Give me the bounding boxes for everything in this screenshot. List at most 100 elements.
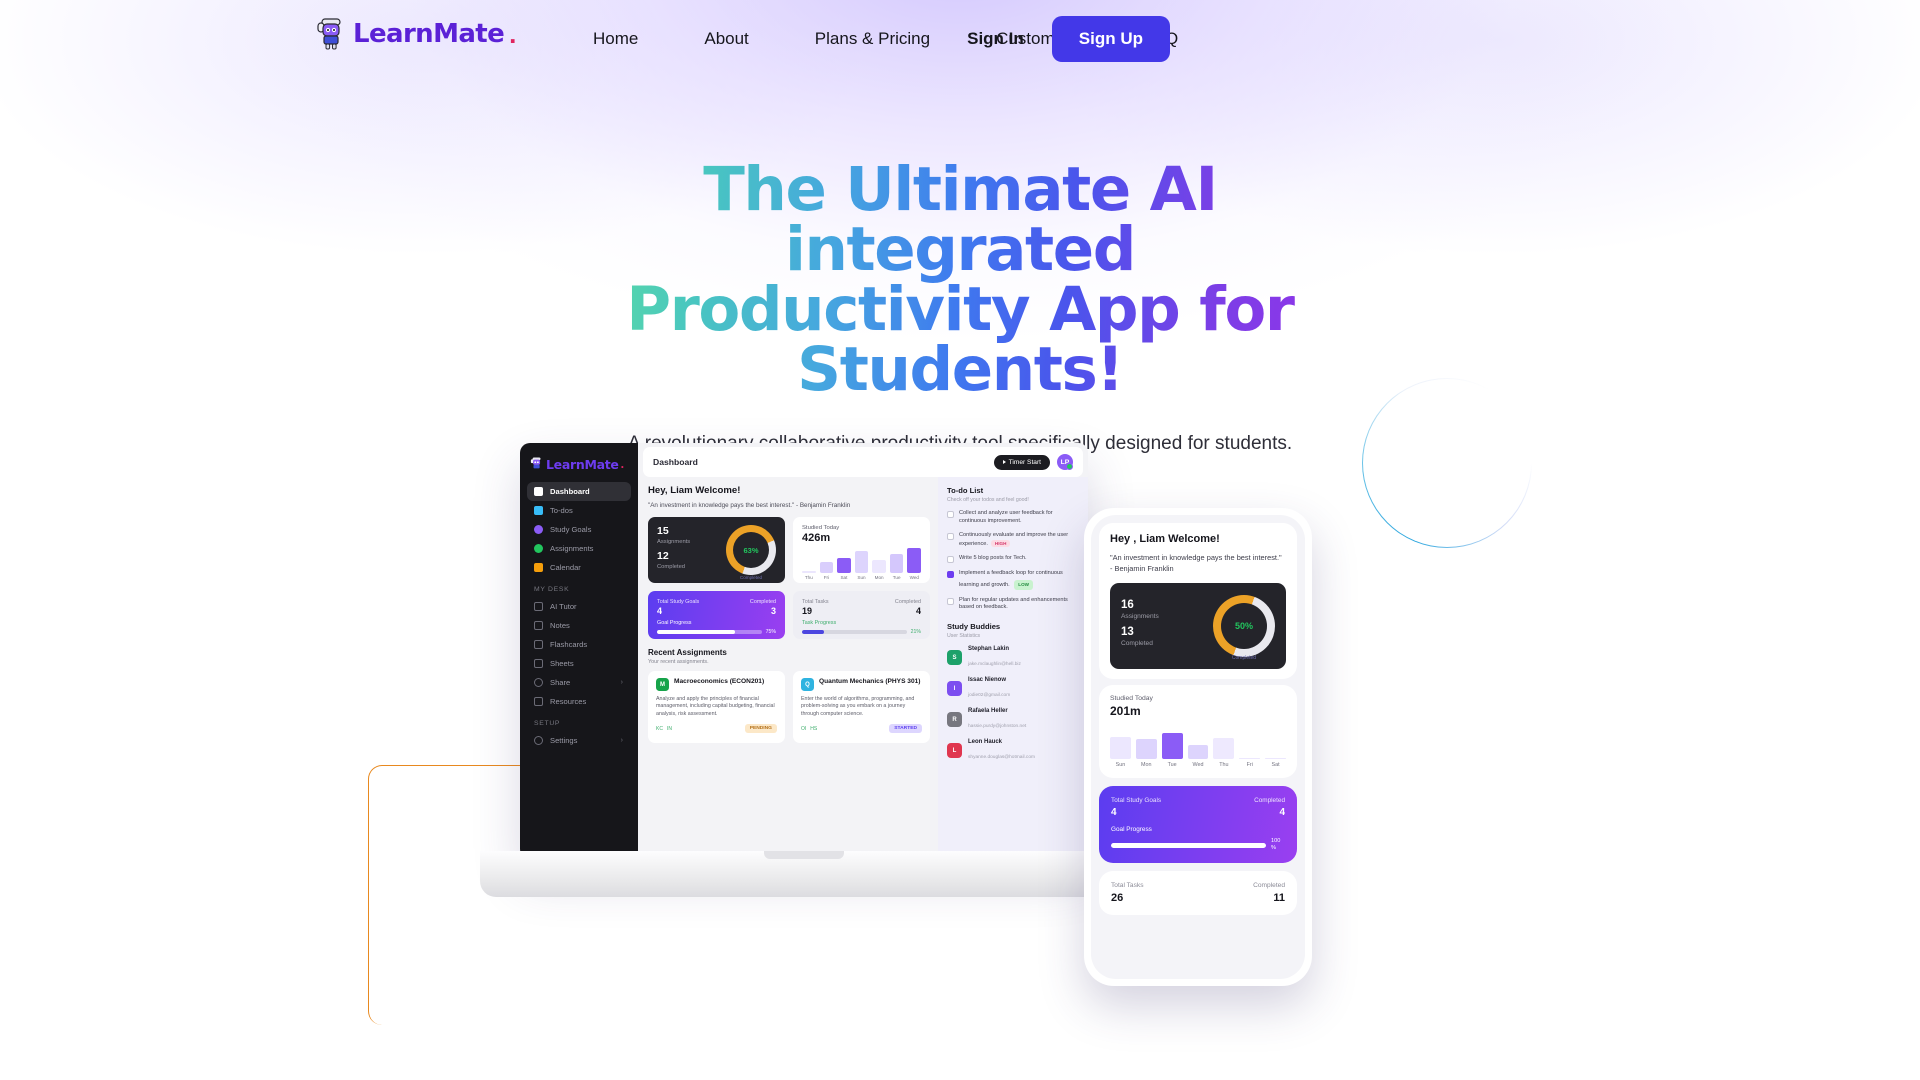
sidebar-item-label: Sheets xyxy=(550,659,574,668)
sidebar-item-share[interactable]: Share › xyxy=(527,673,631,692)
phone-studied-bar-chart xyxy=(1110,725,1287,759)
todo-item[interactable]: Continuously evaluate and improve the us… xyxy=(947,532,1079,548)
tag: OI xyxy=(801,725,807,732)
hero-section: The Ultimate AI integrated Productivity … xyxy=(0,159,1920,455)
avatar: I xyxy=(947,681,962,697)
stats-row-1: 15 Assignments 12 Completed 63% Complete… xyxy=(648,517,930,583)
breadcrumb: Dashboard xyxy=(653,457,698,467)
sidebar-item-resources[interactable]: Resources xyxy=(527,692,631,711)
sidebar-item-ai-tutor[interactable]: AI Tutor xyxy=(527,597,631,616)
sidebar-item-to-dos[interactable]: To-dos xyxy=(527,501,631,520)
right-rail: To-do List Check off your todos and feel… xyxy=(938,477,1088,859)
course-badge: Q xyxy=(801,678,814,691)
task-progress-percent: 21% xyxy=(910,629,921,635)
sidebar-item-settings[interactable]: Settings › xyxy=(527,731,631,750)
sidebar-brand-name: LearnMate xyxy=(546,456,619,472)
avatar[interactable]: LP xyxy=(1057,454,1073,470)
buddy-email: shyanne.douglas@hotmail.com xyxy=(968,754,1035,760)
sidebar-item-label: Calendar xyxy=(550,563,581,572)
todo-item[interactable]: Plan for regular updates and enhancement… xyxy=(947,597,1079,612)
archive-icon xyxy=(534,697,543,706)
phone-assignments-total-label: Assignments xyxy=(1121,613,1159,620)
sidebar-item-sheets[interactable]: Sheets xyxy=(527,654,631,673)
checkbox[interactable] xyxy=(947,556,954,564)
brand-dot: . xyxy=(509,18,517,49)
buddy-name: Leon Hauck xyxy=(968,738,1003,745)
assignment-description: Enter the world of algorithms, programmi… xyxy=(801,696,915,717)
sidebar-item-flashcards[interactable]: Flashcards xyxy=(527,635,631,654)
priority-badge: LOW xyxy=(1014,579,1033,590)
assignment-tags: KC IN xyxy=(656,726,672,732)
dashboard-content: Hey, Liam Welcome! "An investment in kno… xyxy=(638,477,938,859)
recent-assignments-list: M Macroeconomics (ECON201) Analyze and a… xyxy=(648,671,930,743)
sign-up-button[interactable]: Sign Up xyxy=(1051,16,1170,62)
todo-text: Collect and analyze user feedback for co… xyxy=(959,510,1053,524)
sidebar-item-assignments[interactable]: Assignments xyxy=(527,539,631,558)
sidebar-item-label: Dashboard xyxy=(550,487,590,496)
tasks-completed: 4 xyxy=(915,606,921,616)
todo-item[interactable]: Write 5 blog posts for Tech. xyxy=(947,555,1079,564)
axis-tick: Thu xyxy=(1219,762,1229,768)
buddy-name: Stephan Lakin xyxy=(968,645,1010,652)
phone-quote-text: "An investment in knowledge pays the bes… xyxy=(1110,553,1282,573)
buddy-list-item[interactable]: I Issac Nienow jodie02@gmail.com xyxy=(947,677,1079,701)
app-sidebar: LearnMate . Dashboard To-dos Study Goals xyxy=(520,443,638,859)
sidebar-item-dashboard[interactable]: Dashboard xyxy=(527,482,631,501)
checkbox[interactable] xyxy=(947,511,954,518)
assignment-card[interactable]: M Macroeconomics (ECON201) Analyze and a… xyxy=(648,671,785,743)
goal-progress-label: Goal Progress xyxy=(657,620,692,626)
assignments-progress-card: 15 Assignments 12 Completed 63% Complete… xyxy=(648,517,785,583)
phone-tasks-completed-label: Completed xyxy=(1253,882,1285,889)
buddy-list-item[interactable]: S Stephan Lakin jake.mclaughlin@hell.biz xyxy=(947,646,1079,670)
goal-progress-percent: 75% xyxy=(765,629,776,635)
sidebar-item-notes[interactable]: Notes xyxy=(527,616,631,635)
todo-list-title: To-do List xyxy=(947,486,984,495)
page-title: The Ultimate AI integrated Productivity … xyxy=(580,159,1340,400)
assignment-card[interactable]: Q Quantum Mechanics (PHYS 301) Enter the… xyxy=(793,671,930,743)
brand-logo[interactable]: LearnMate . xyxy=(316,16,516,52)
learnmate-mascot-icon xyxy=(316,16,348,52)
sidebar-item-label: AI Tutor xyxy=(550,602,577,611)
checkbox[interactable] xyxy=(947,571,954,579)
nav-link-about[interactable]: About xyxy=(671,29,781,49)
assignments-total: 15 xyxy=(657,525,669,537)
sidebar-brand[interactable]: LearnMate . xyxy=(520,451,638,482)
phone-assignments-donut-chart: 50% Completed xyxy=(1213,595,1275,661)
stats-row-2: Total Study Goals 4 Completed 3 Goal Pro… xyxy=(648,591,930,639)
sidebar-item-label: Share xyxy=(550,678,571,687)
todo-item[interactable]: Collect and analyze user feedback for co… xyxy=(947,510,1079,525)
sidebar-item-study-goals[interactable]: Study Goals xyxy=(527,520,631,539)
checkbox[interactable] xyxy=(947,597,954,605)
welcome-heading: Hey, Liam Welcome! xyxy=(648,485,741,496)
page-root: LearnMate . Home About Plans & Pricing C… xyxy=(0,0,1920,1080)
assignments-stats: 15 Assignments 12 Completed xyxy=(657,525,690,575)
phone-studied-value: 201m xyxy=(1110,704,1141,718)
todo-list-subtitle: Check off your todos and feel good! xyxy=(947,497,1029,503)
tag: IN xyxy=(666,725,672,732)
phone-assignments-card: 16 Assignments 13 Completed 50% Complete… xyxy=(1110,583,1286,669)
timer-start-label: Timer Start xyxy=(1008,458,1041,466)
phone-goal-progress-label: Goal Progress xyxy=(1111,826,1152,833)
nav-link-plans-pricing[interactable]: Plans & Pricing xyxy=(782,29,963,49)
checkbox[interactable] xyxy=(947,533,954,541)
sidebar-mascot-icon xyxy=(530,456,544,472)
bar-column xyxy=(819,547,834,573)
axis-tick: Sun xyxy=(1115,762,1126,768)
sidebar-item-calendar[interactable]: Calendar xyxy=(527,558,631,577)
sidebar-item-label: Settings xyxy=(550,736,578,745)
study-buddies-title: Study Buddies xyxy=(947,621,1001,631)
buddy-list-item[interactable]: R Rafaela Heller hassie.purdy@johnston.n… xyxy=(947,708,1079,732)
sign-in-link[interactable]: Sign In xyxy=(967,29,1052,49)
phone-studied-today-card: Studied Today 201m Sun Mon Tue Wed Thu F… xyxy=(1099,685,1297,778)
timer-start-button[interactable]: Timer Start xyxy=(993,454,1050,470)
buddy-list-item[interactable]: L Leon Hauck shyanne.douglas@hotmail.com xyxy=(947,739,1079,763)
phone-mockup: Hey , Liam Welcome! "An investment in kn… xyxy=(1084,508,1312,986)
nav-link-home[interactable]: Home xyxy=(560,29,671,49)
todo-item[interactable]: Implement a feedback loop for continuous… xyxy=(947,570,1079,590)
axis-tick: Wed xyxy=(1192,762,1204,768)
donut-caption: Completed xyxy=(739,575,763,580)
tasks-total-label: Total Tasks xyxy=(802,599,829,605)
play-icon xyxy=(1002,460,1006,464)
buddy-email: jake.mclaughlin@hell.biz xyxy=(968,661,1021,667)
axis-tick: Thu xyxy=(804,575,813,580)
